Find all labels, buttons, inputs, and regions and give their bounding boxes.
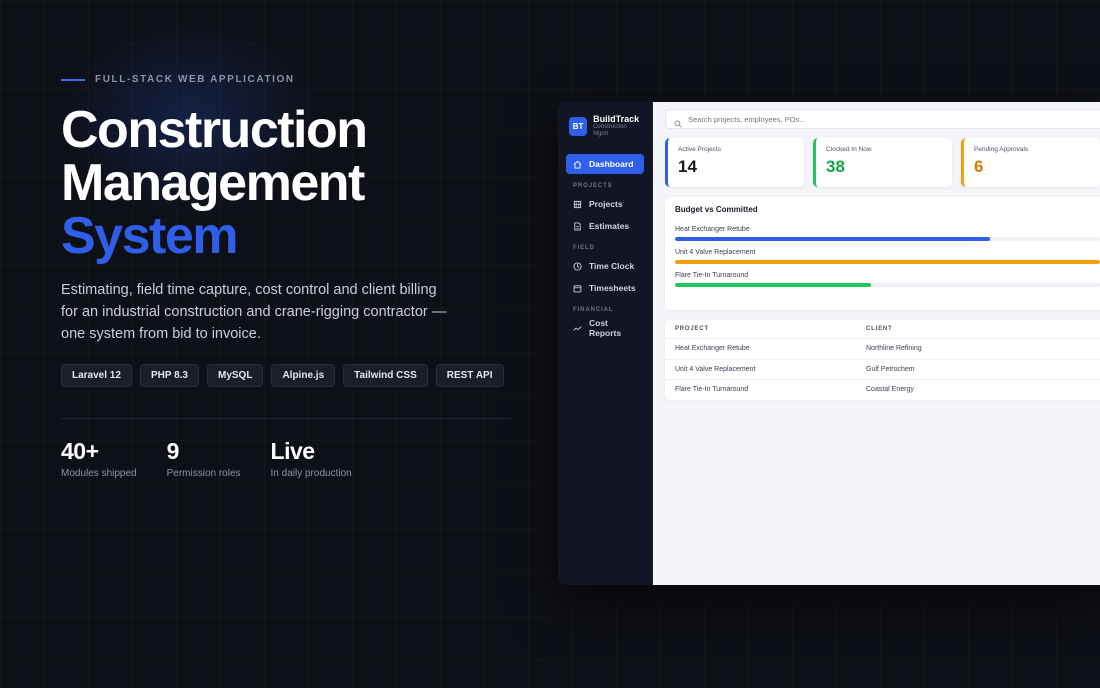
building-icon: [573, 200, 582, 209]
home-icon: [573, 160, 582, 169]
sidebar-item-label: Dashboard: [589, 159, 634, 169]
search-input[interactable]: [688, 114, 888, 124]
kpi-card-pending-approvals[interactable]: Pending Approvals 6: [961, 138, 1100, 187]
divider: [61, 418, 513, 419]
kpi-label: Clocked In Now: [826, 146, 872, 153]
sidebar-item-timesheets[interactable]: Timesheets: [566, 278, 644, 298]
cell-client: Gulf Petrochem: [866, 365, 915, 373]
sidebar-item-label: Timesheets: [589, 283, 636, 293]
brand-subtitle: Construction Mgmt: [593, 124, 627, 137]
budget-label: Flare Tie-In Turnaround: [675, 272, 749, 279]
search-icon: [674, 115, 682, 128]
stats: 40+ Modules shipped 9 Permission roles L…: [61, 438, 352, 479]
brand-name: BuildTrack: [593, 114, 640, 124]
budget-row: Unit 4 Valve Replacement: [675, 249, 1100, 264]
tech-tag: MySQL: [207, 364, 264, 387]
search-bar[interactable]: [665, 109, 1100, 129]
title-line-1: Construction: [61, 101, 368, 159]
sidebar-item-cost-reports[interactable]: Cost Reports: [566, 318, 644, 338]
kpi-value: 6: [974, 157, 984, 176]
table-row[interactable]: Flare Tie-In Turnaround Coastal Energy: [665, 380, 1100, 401]
budget-bar-fill: [675, 237, 990, 241]
sidebar-item-label: Time Clock: [589, 261, 635, 271]
budget-title: Budget vs Committed: [675, 205, 758, 214]
sidebar-item-label: Projects: [589, 199, 623, 209]
budget-label: Unit 4 Valve Replacement: [675, 249, 756, 256]
eyebrow-text: FULL-STACK WEB APPLICATION: [95, 74, 295, 85]
table-row[interactable]: Heat Exchanger Retube Northline Refining: [665, 339, 1100, 360]
budget-bar-fill: [675, 260, 1100, 264]
tech-tag: REST API: [435, 364, 504, 387]
tech-tags: Laravel 12 PHP 8.3 MySQL Alpine.js Tailw…: [61, 364, 504, 387]
nav-section-financial: FINANCIAL: [573, 307, 614, 313]
stat-value: 40+: [61, 438, 99, 464]
stat-production: Live In daily production: [271, 438, 352, 479]
cell-client: Coastal Energy: [866, 386, 914, 394]
calendar-icon: [573, 284, 582, 293]
trend-line-icon: [573, 324, 582, 333]
budget-row: Heat Exchanger Retube: [675, 226, 1100, 241]
sidebar-item-label: Cost Reports: [589, 318, 622, 338]
sidebar-item-estimates[interactable]: Estimates: [566, 216, 644, 236]
column-header-project[interactable]: PROJECT: [675, 326, 866, 332]
page-title: Construction Management System: [61, 101, 368, 265]
stat-label: Permission roles: [166, 468, 241, 479]
budget-label: Heat Exchanger Retube: [675, 226, 750, 233]
kpi-value: 38: [826, 157, 845, 176]
kpi-label: Active Projects: [678, 146, 721, 153]
budget-bar-track: [675, 237, 1100, 241]
kpi-value: 14: [678, 157, 697, 176]
stat-value: 9: [166, 438, 180, 464]
projects-table: PROJECT CLIENT Heat Exchanger Retube Nor…: [665, 320, 1100, 401]
brand[interactable]: BT BuildTrack Construction Mgmt: [566, 114, 644, 138]
budget-row: Flare Tie-In Turnaround: [675, 272, 1100, 287]
main-content: Active Projects 14 Clocked In Now 38 Pen…: [653, 102, 1100, 585]
kpi-card-clocked-in[interactable]: Clocked In Now 38: [813, 138, 952, 187]
cell-client: Northline Refining: [866, 345, 922, 353]
column-header-client[interactable]: CLIENT: [866, 326, 892, 332]
sidebar-item-label: Estimates: [589, 221, 630, 231]
clock-icon: [573, 261, 582, 271]
kpi-row: Active Projects 14 Clocked In Now 38 Pen…: [665, 138, 1100, 187]
tech-tag: Alpine.js: [271, 364, 336, 387]
budget-bar-track: [675, 283, 1100, 287]
stat-label: Modules shipped: [61, 468, 137, 479]
tech-tag: PHP 8.3: [139, 364, 199, 387]
sidebar: BT BuildTrack Construction Mgmt Dashboar…: [558, 102, 653, 585]
hero-description: Estimating, field time capture, cost con…: [61, 282, 447, 342]
budget-card: Budget vs Committed Heat Exchanger Retub…: [665, 197, 1100, 310]
cell-project: Heat Exchanger Retube: [675, 345, 750, 353]
title-line-2: Management: [61, 154, 365, 212]
eyebrow-line: [61, 78, 85, 81]
title-line-3: System: [61, 207, 238, 265]
stat-value: Live: [270, 438, 316, 464]
sidebar-item-time-clock[interactable]: Time Clock: [566, 256, 644, 276]
sidebar-item-projects[interactable]: Projects: [566, 194, 644, 214]
table-header: PROJECT CLIENT: [665, 320, 1100, 339]
kpi-card-active-projects[interactable]: Active Projects 14: [665, 138, 804, 187]
document-icon: [573, 221, 582, 231]
tech-tag: Laravel 12: [61, 364, 132, 387]
app-window: BT BuildTrack Construction Mgmt Dashboar…: [558, 102, 1100, 585]
table-row[interactable]: Unit 4 Valve Replacement Gulf Petrochem: [665, 360, 1100, 380]
brand-text: BuildTrack Construction Mgmt: [593, 114, 641, 138]
brand-logo: BT: [569, 116, 588, 136]
stat-roles: 9 Permission roles: [167, 438, 241, 479]
eyebrow: FULL-STACK WEB APPLICATION: [61, 74, 295, 85]
stat-modules: 40+ Modules shipped: [61, 438, 137, 479]
nav-section-field: FIELD: [573, 245, 595, 251]
budget-bar-track: [675, 260, 1100, 264]
budget-bar-fill: [675, 283, 871, 287]
cell-project: Unit 4 Valve Replacement: [675, 365, 756, 373]
kpi-label: Pending Approvals: [974, 146, 1029, 153]
cell-project: Flare Tie-In Turnaround: [675, 386, 749, 394]
tech-tag: Tailwind CSS: [343, 364, 428, 387]
stat-label: In daily production: [270, 468, 352, 479]
sidebar-item-dashboard[interactable]: Dashboard: [566, 154, 644, 174]
nav-section-projects: PROJECTS: [573, 183, 613, 189]
